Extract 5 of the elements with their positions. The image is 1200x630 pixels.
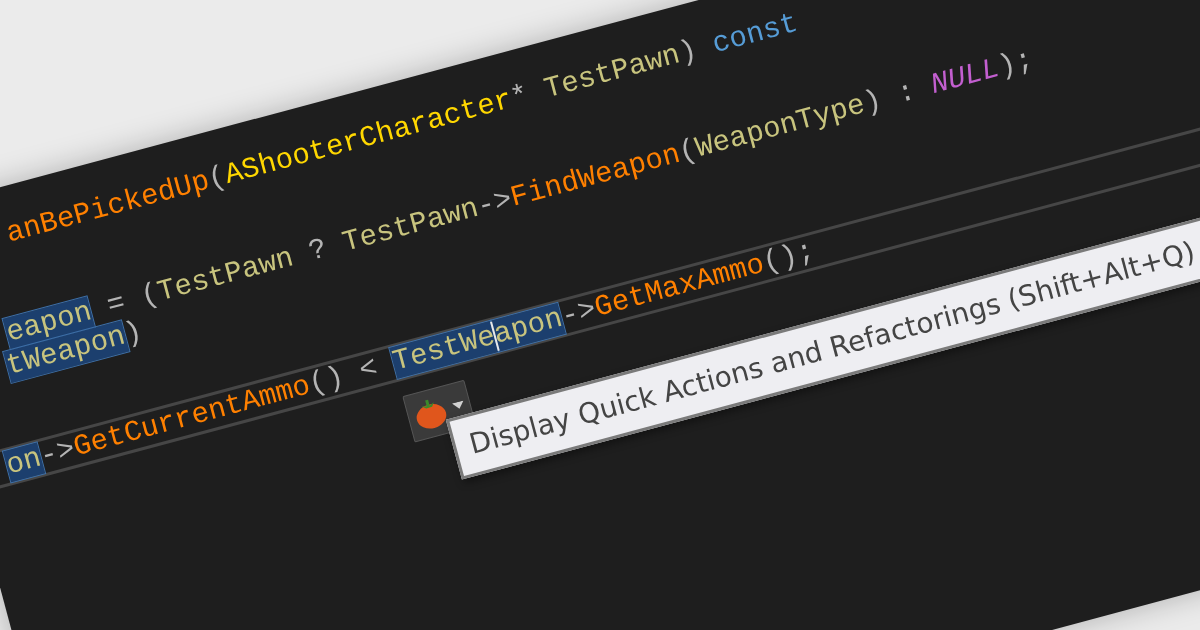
code-token: const: [709, 7, 802, 62]
caret-icon: [451, 400, 466, 412]
highlighted-reference: on: [3, 442, 45, 483]
code-token: ?: [304, 231, 332, 271]
code-token: *: [507, 77, 534, 116]
